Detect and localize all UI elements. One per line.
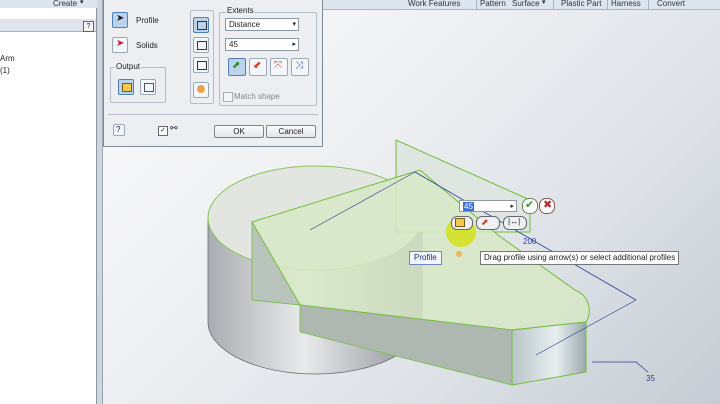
profile-tag: Profile bbox=[409, 251, 442, 265]
distance-icon: |↔| bbox=[508, 217, 521, 226]
cancel-button[interactable]: Cancel bbox=[266, 125, 316, 138]
tab-convert[interactable]: Convert bbox=[657, 0, 685, 8]
tab-pattern[interactable]: Pattern bbox=[480, 0, 506, 8]
dimension-35[interactable]: 35 bbox=[646, 374, 655, 383]
chevron-right-icon: ▸ bbox=[510, 203, 514, 210]
browser-item-1[interactable]: (1) bbox=[0, 66, 10, 75]
tab-plastic-part[interactable]: Plastic Part bbox=[561, 0, 601, 8]
solids-icon: ➤ bbox=[116, 38, 125, 49]
cancel-button-mini[interactable]: ✖ bbox=[539, 198, 555, 214]
match-shape-checkbox[interactable] bbox=[223, 92, 233, 102]
direction-icon: ⤧ bbox=[274, 60, 282, 71]
direction-mini-dropdown[interactable]: ⬈ bbox=[476, 216, 500, 230]
preview-checkbox[interactable]: ✓ bbox=[158, 126, 168, 136]
direction-default-button[interactable]: ⬈ bbox=[228, 58, 246, 76]
taper-button[interactable] bbox=[193, 82, 209, 98]
extents-label: Extents bbox=[226, 6, 255, 15]
tab-work-features[interactable]: Work Features bbox=[408, 0, 460, 8]
chevron-down-icon[interactable]: ▾ bbox=[80, 0, 84, 6]
create-panel-label[interactable]: Create bbox=[53, 0, 77, 8]
apply-button[interactable]: ✔ bbox=[522, 198, 538, 214]
distance-input[interactable]: 45 ▸ bbox=[225, 38, 299, 51]
ok-button[interactable]: OK bbox=[214, 125, 264, 138]
help-icon: ? bbox=[116, 125, 121, 134]
extents-select[interactable]: Distance ▾ bbox=[225, 18, 299, 31]
surface-output-icon bbox=[144, 83, 154, 92]
solid-output-button[interactable] bbox=[118, 79, 134, 95]
profile-cursor-icon: ➤ bbox=[116, 13, 125, 24]
surface-output-button[interactable] bbox=[140, 79, 156, 95]
direction-icon: ⬋ bbox=[253, 60, 262, 71]
direction-asymmetric-button[interactable]: ⤨ bbox=[291, 58, 309, 76]
direction-icon: ⤨ bbox=[295, 60, 303, 71]
extents-mini-dropdown[interactable]: |↔| bbox=[503, 216, 527, 230]
direction-2-button[interactable] bbox=[193, 37, 209, 53]
extents-select-value: Distance bbox=[229, 20, 261, 29]
profile-label: Profile bbox=[136, 16, 159, 25]
help-icon[interactable]: ? bbox=[83, 21, 94, 32]
solids-label: Solids bbox=[136, 41, 158, 50]
direction-flip-button[interactable]: ⬋ bbox=[249, 58, 267, 76]
dialog-divider bbox=[108, 114, 318, 115]
drag-grip[interactable] bbox=[456, 251, 462, 257]
tooltip-text: Drag profile using arrow(s) or select ad… bbox=[484, 253, 676, 262]
help-button[interactable]: ? bbox=[113, 124, 125, 136]
distance-input-value: 45 bbox=[229, 40, 238, 49]
ribbon-separator bbox=[476, 0, 477, 9]
direction-sym-button[interactable] bbox=[193, 57, 209, 73]
tab-harness[interactable]: Harness bbox=[611, 0, 641, 8]
output-label: Output bbox=[115, 62, 142, 71]
chevron-right-icon: ▸ bbox=[292, 41, 296, 48]
direction-icon: ⬈ bbox=[481, 217, 489, 227]
direction-symmetric-button[interactable]: ⤧ bbox=[270, 58, 288, 76]
mini-distance-input[interactable]: 45 ▸ bbox=[459, 200, 517, 212]
extrude-dir-icon bbox=[197, 21, 207, 30]
direction-1-button[interactable] bbox=[193, 17, 209, 33]
dimension-200[interactable]: 200 bbox=[523, 237, 536, 246]
mini-distance-value: 45 bbox=[463, 202, 474, 211]
ribbon-separator bbox=[553, 0, 554, 9]
output-mini-dropdown[interactable] bbox=[451, 216, 473, 230]
match-shape-label: Match shape bbox=[234, 92, 280, 101]
browser-item-arm[interactable]: Arm bbox=[0, 54, 15, 63]
extrude-dialog: ➤ Profile ➤ Solids Output Extents Distan… bbox=[103, 0, 323, 147]
ribbon-separator bbox=[648, 0, 649, 9]
browser-header bbox=[0, 19, 96, 32]
tab-surface[interactable]: Surface bbox=[512, 0, 540, 8]
extrude-dir-icon bbox=[197, 61, 207, 70]
solids-button[interactable]: ➤ bbox=[112, 37, 128, 53]
chevron-down-icon[interactable]: ▾ bbox=[542, 0, 546, 6]
tooltip: Drag profile using arrow(s) or select ad… bbox=[480, 251, 680, 265]
solid-output-icon bbox=[122, 83, 132, 92]
taper-icon bbox=[197, 85, 205, 93]
extrude-dir-icon bbox=[197, 41, 207, 50]
leader-35 bbox=[592, 361, 649, 373]
glasses-icon: ⚯ bbox=[170, 123, 178, 133]
ribbon-separator bbox=[607, 0, 608, 9]
cancel-x-icon: ✖ bbox=[543, 199, 553, 211]
profile-tag-label: Profile bbox=[414, 253, 437, 262]
slot-side bbox=[511, 321, 587, 386]
ok-check-icon: ✔ bbox=[525, 199, 535, 211]
profile-button[interactable]: ➤ bbox=[112, 12, 128, 28]
chevron-down-icon: ▾ bbox=[292, 21, 296, 28]
solid-output-icon bbox=[455, 218, 465, 227]
model-browser: ? Arm (1) bbox=[0, 8, 97, 404]
direction-icon: ⬈ bbox=[232, 60, 241, 71]
